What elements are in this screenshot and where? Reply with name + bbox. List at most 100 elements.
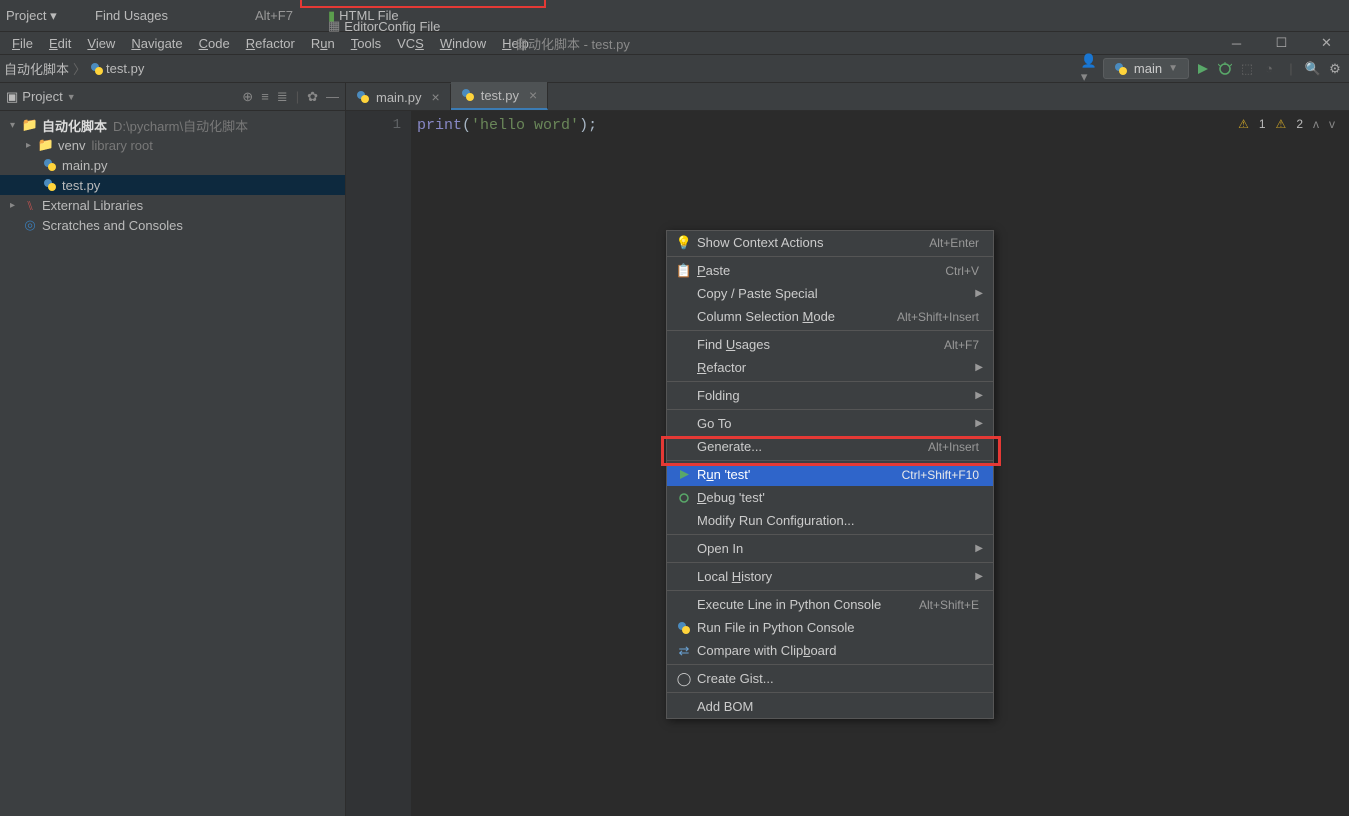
tree-test-py[interactable]: test.py [0,175,345,195]
ctx-find-usages[interactable]: Find Usages Alt+F7 [667,333,993,356]
locate-icon[interactable]: ⊕ [242,89,253,105]
github-icon: ◯ [675,671,693,687]
ctx-create-gist[interactable]: ◯ Create Gist... [667,667,993,690]
tree-scratches[interactable]: ◎ Scratches and Consoles [0,215,345,235]
menu-separator [667,590,993,591]
run-icon[interactable] [1195,61,1211,77]
expand-icon[interactable]: ▾ [10,120,22,131]
ctx-label: Column Selection Mode [697,309,897,324]
search-icon[interactable]: 🔍 [1305,61,1321,77]
ctx-label: Compare with Clipboard [697,643,979,658]
menu-file[interactable]: File [4,34,41,53]
ctx-label: Create Gist... [697,671,979,686]
tab-main-py[interactable]: main.py × [346,84,451,110]
gear-icon[interactable]: ✿ [307,89,318,105]
tab-test-py[interactable]: test.py × [451,82,548,110]
ctx-label: Local History [697,569,979,584]
project-selector[interactable]: Project ▾ [6,8,57,24]
ctx-goto[interactable]: Go To ▶ [667,412,993,435]
ctx-column-selection[interactable]: Column Selection Mode Alt+Shift+Insert [667,305,993,328]
profiler-icon[interactable]: ◔ [1261,61,1277,77]
debug-icon[interactable] [1217,61,1233,77]
tree-scratch-label: Scratches and Consoles [42,218,183,233]
line-number: 1 [346,117,401,133]
ctx-open-in[interactable]: Open In ▶ [667,537,993,560]
submenu-arrow-icon: ▶ [975,390,983,401]
ctx-shortcut: Ctrl+Shift+F10 [902,468,979,482]
main-menu-bar: File Edit View Navigate Code Refactor Ru… [0,32,1349,55]
ctx-shortcut: Alt+Shift+E [919,598,979,612]
menu-edit[interactable]: Edit [41,34,79,53]
maximize-button[interactable]: ☐ [1259,32,1304,54]
menu-refactor[interactable]: Refactor [238,34,303,53]
ctx-shortcut: Alt+Enter [929,236,979,250]
menu-view[interactable]: View [79,34,123,53]
ctx-refactor[interactable]: Refactor ▶ [667,356,993,379]
ctx-compare-clipboard[interactable]: ⇄ Compare with Clipboard [667,639,993,662]
tree-external-libraries[interactable]: ▸ ⑊ External Libraries [0,195,345,215]
menu-vcs[interactable]: VCS [389,34,432,53]
menu-item-find-usages[interactable]: Find Usages [95,8,168,23]
ctx-add-bom[interactable]: Add BOM [667,695,993,718]
menu-separator [667,534,993,535]
expand-icon[interactable]: ▸ [10,200,22,211]
close-tab-icon[interactable]: × [529,87,537,103]
ctx-run-file-console[interactable]: Run File in Python Console [667,616,993,639]
menu-item-editorconfig[interactable]: ▦ EditorConfig File [328,18,440,34]
ctx-show-context-actions[interactable]: 💡 Show Context Actions Alt+Enter [667,231,993,254]
submenu-arrow-icon: ▶ [975,571,983,582]
user-icon[interactable]: 👤▾ [1081,61,1097,77]
ctx-shortcut: Alt+F7 [944,338,979,352]
chevron-down-icon[interactable]: v [1329,117,1335,131]
inspection-widget[interactable]: ⚠1 ⚠2 ʌ v [1238,117,1335,131]
close-button[interactable]: ✕ [1304,32,1349,54]
menu-separator [667,256,993,257]
project-tool-window: ▣ Project ▼ ⊕ ≡ ≣ | ✿ — ▾ 📁 自动化脚本 D:\pyc… [0,83,346,816]
menu-separator [667,381,993,382]
ctx-folding[interactable]: Folding ▶ [667,384,993,407]
menu-tools[interactable]: Tools [343,34,389,53]
submenu-arrow-icon: ▶ [975,418,983,429]
navigation-bar: 自动化脚本 〉 test.py 👤▾ main ▼ ⬚ ◔ | 🔍 ⚙ [0,55,1349,83]
ctx-debug-test[interactable]: Debug 'test' [667,486,993,509]
code-paren: ( [462,117,471,134]
ctx-copy-paste-special[interactable]: Copy / Paste Special ▶ [667,282,993,305]
ctx-run-test[interactable]: Run 'test' Ctrl+Shift+F10 [667,463,993,486]
chevron-up-icon[interactable]: ʌ [1313,117,1319,131]
tree-main-py[interactable]: main.py [0,155,345,175]
menu-navigate[interactable]: Navigate [123,34,190,53]
minimize-button[interactable]: ─ [1214,32,1259,54]
tool-window-title[interactable]: Project [22,89,62,104]
ctx-generate[interactable]: Generate... Alt+Insert [667,435,993,458]
breadcrumb-sep-icon: 〉 [73,59,86,78]
breadcrumb-file[interactable]: test.py [106,61,144,76]
menu-code[interactable]: Code [191,34,238,53]
editor-context-menu: 💡 Show Context Actions Alt+Enter 📋 Paste… [666,230,994,719]
ctx-modify-run-config[interactable]: Modify Run Configuration... [667,509,993,532]
menu-separator [667,562,993,563]
menu-run[interactable]: Run [303,34,343,53]
collapse-all-icon[interactable]: ≣ [277,89,288,105]
tree-venv-label: venv [58,138,85,153]
tree-venv[interactable]: ▸ 📁 venv library root [0,135,345,155]
close-tab-icon[interactable]: × [432,89,440,105]
chevron-down-icon[interactable]: ▼ [67,92,76,102]
ctx-label: Copy / Paste Special [697,286,979,301]
expand-icon[interactable]: ▸ [26,140,38,151]
ctx-execute-line[interactable]: Execute Line in Python Console Alt+Shift… [667,593,993,616]
find-usages-shortcut: Alt+F7 [255,8,293,23]
ctx-label: Folding [697,388,979,403]
ctx-shortcut: Alt+Shift+Insert [897,310,979,324]
project-tree[interactable]: ▾ 📁 自动化脚本 D:\pycharm\自动化脚本 ▸ 📁 venv libr… [0,111,345,816]
coverage-icon[interactable]: ⬚ [1239,61,1255,77]
settings-icon[interactable]: ⚙ [1327,61,1343,77]
ctx-local-history[interactable]: Local History ▶ [667,565,993,588]
expand-all-icon[interactable]: ≡ [261,89,269,105]
breadcrumb-root[interactable]: 自动化脚本 [4,59,69,78]
menu-window[interactable]: Window [432,34,494,53]
toolbar-separator: | [1283,61,1299,77]
run-config-selector[interactable]: main ▼ [1103,58,1189,79]
ctx-paste[interactable]: 📋 Paste Ctrl+V [667,259,993,282]
tree-root[interactable]: ▾ 📁 自动化脚本 D:\pycharm\自动化脚本 [0,115,345,135]
hide-icon[interactable]: — [326,89,339,105]
